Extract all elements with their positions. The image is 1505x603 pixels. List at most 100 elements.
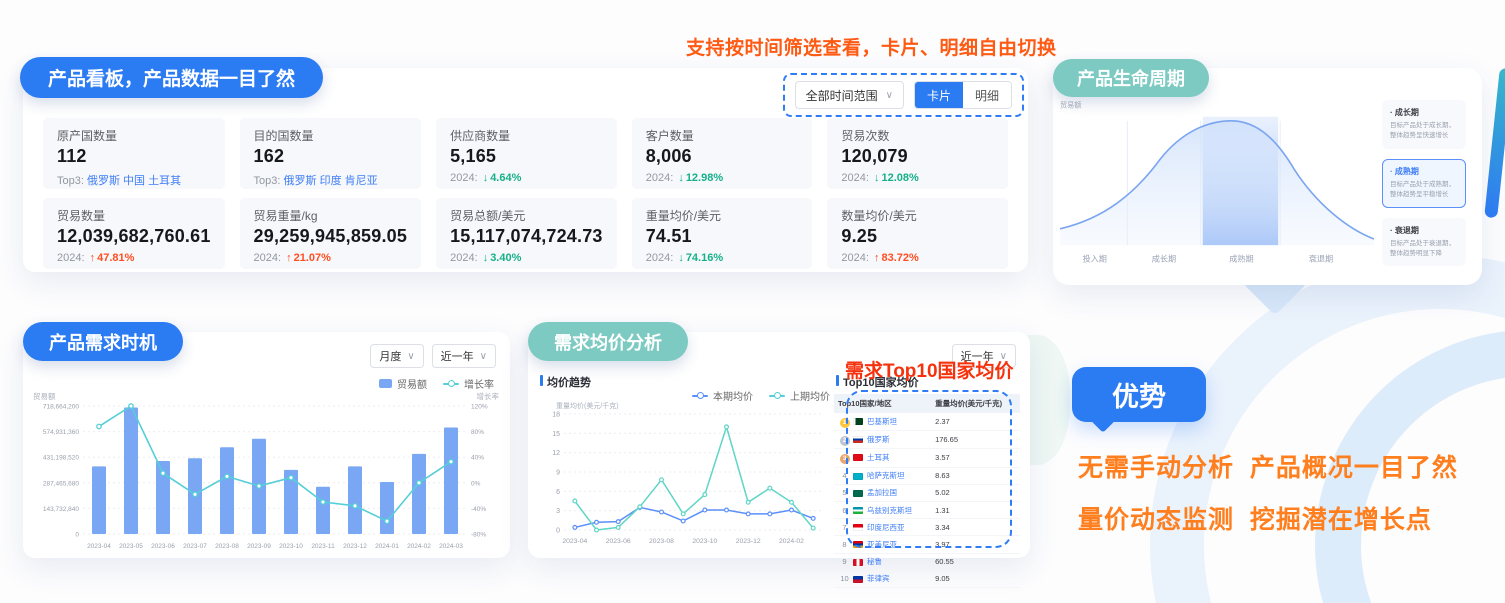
svg-text:12: 12 xyxy=(552,450,560,457)
demand-selects: 月度 ∨ 近一年 ∨ xyxy=(370,344,496,368)
legend-previous-period: 上期均价 xyxy=(769,388,830,403)
svg-text:贸易额: 贸易额 xyxy=(33,391,56,401)
lifecycle-stage-card[interactable]: · 衰退期目标产品处于衰退期，整体趋势明显下降 xyxy=(1382,218,1466,267)
column-header-country: Top10国家/地区 xyxy=(834,394,931,413)
country-link[interactable]: 秘鲁 xyxy=(867,557,882,566)
country-link[interactable]: 巴基斯坦 xyxy=(867,417,897,426)
toggle-detail-view[interactable]: 明细 xyxy=(963,82,1011,108)
svg-text:2023-12: 2023-12 xyxy=(736,538,761,545)
svg-text:成长期: 成长期 xyxy=(1152,253,1176,263)
lifecycle-stage-card[interactable]: · 成长期目标产品处于成长期，整体趋势呈快速增长 xyxy=(1382,100,1466,149)
dashboard-card: 全部时间范围 ∨ 卡片 明细 原产国数量112Top3: 俄罗斯 中国 土耳其目… xyxy=(23,68,1028,272)
frequency-select[interactable]: 月度 ∨ xyxy=(370,344,423,368)
stat-card: 原产国数量112Top3: 俄罗斯 中国 土耳其 xyxy=(43,118,225,189)
demand-legend: 贸易额 增长率 xyxy=(379,376,494,391)
demand-timing-card: 月度 ∨ 近一年 ∨ 贸易额 增长率 贸易额增长率0143,732,840287… xyxy=(23,332,510,558)
chevron-down-icon: ∨ xyxy=(886,90,893,101)
country-link[interactable]: 俄罗斯 xyxy=(284,175,317,187)
arrow-down-icon: ↓ xyxy=(678,252,684,264)
country-link[interactable]: 俄罗斯 xyxy=(87,175,120,187)
stat-label: 贸易重量/kg xyxy=(254,207,408,224)
flag-icon xyxy=(853,559,863,566)
svg-text:2023-06: 2023-06 xyxy=(151,543,175,550)
stat-card: 供应商数量5,1652024: ↓4.64% xyxy=(436,118,617,189)
demand-timing-title-pill: 产品需求时机 xyxy=(23,322,183,361)
rank-number: 9 xyxy=(842,557,846,566)
svg-text:0%: 0% xyxy=(471,480,481,487)
price-value: 3.34 xyxy=(931,519,1020,536)
country-link[interactable]: 中国 xyxy=(123,175,145,187)
country-link[interactable]: 哈萨克斯坦 xyxy=(867,471,905,480)
stat-card: 贸易次数120,0792024: ↓12.08% xyxy=(827,118,1008,189)
stat-label: 供应商数量 xyxy=(450,127,603,144)
table-row[interactable]: 6乌兹别克斯坦1.31 xyxy=(834,501,1020,518)
price-analysis-title-pill: 需求均价分析 xyxy=(528,322,688,361)
table-row[interactable]: 7印度尼西亚3.34 xyxy=(834,519,1020,536)
arrow-down-icon: ↓ xyxy=(874,172,880,184)
svg-text:2024-02: 2024-02 xyxy=(779,538,804,545)
table-row[interactable]: 5孟加拉国5.02 xyxy=(834,484,1020,501)
legend-current-period: 本期均价 xyxy=(692,388,753,403)
chevron-down-icon: ∨ xyxy=(480,351,487,362)
lifecycle-stage-card[interactable]: · 成熟期目标产品处于成熟期，整体趋势呈平稳增长 xyxy=(1382,159,1466,208)
country-link[interactable]: 肯尼亚 xyxy=(345,175,378,187)
stat-delta: 2024: ↑47.81% xyxy=(57,252,211,264)
stage-desc: 目标产品处于成长期，整体趋势呈快速增长 xyxy=(1390,121,1458,142)
stat-delta: 2024: ↑83.72% xyxy=(841,252,994,264)
time-range-select[interactable]: 全部时间范围 ∨ xyxy=(795,81,904,109)
table-annotation: 需求Top10国家均价 xyxy=(845,356,1014,383)
table-row[interactable]: 3土耳其3.57 xyxy=(834,449,1020,467)
flag-icon xyxy=(853,541,863,548)
table-row[interactable]: 2 俄罗斯 176.65 xyxy=(834,431,1020,449)
trend-section-title: 均价趋势 xyxy=(540,374,591,390)
stat-label: 原产国数量 xyxy=(57,127,211,144)
svg-text:2023-11: 2023-11 xyxy=(311,543,335,550)
svg-text:9: 9 xyxy=(556,470,560,477)
table-row[interactable]: 8亚美尼亚3.97 xyxy=(834,536,1020,553)
stage-title: · 衰退期 xyxy=(1390,225,1458,236)
country-link[interactable]: 印度 xyxy=(320,175,342,187)
flag-icon xyxy=(853,507,863,514)
svg-text:-40%: -40% xyxy=(471,506,486,513)
price-value: 60.55 xyxy=(931,553,1020,570)
frequency-value: 月度 xyxy=(379,348,401,364)
legend-trade-amount: 贸易额 xyxy=(379,376,427,391)
range-value: 近一年 xyxy=(441,348,474,364)
stat-delta: 2024: ↓74.16% xyxy=(646,252,799,264)
lifecycle-stage-labels: 投入期成长期成熟期衰退期 xyxy=(1082,253,1333,263)
stats-grid: 原产国数量112Top3: 俄罗斯 中国 土耳其目的国数量162Top3: 俄罗… xyxy=(43,118,1008,269)
table-row[interactable]: 4哈萨克斯坦8.63 xyxy=(834,467,1020,484)
stat-delta: 2024: ↓4.64% xyxy=(450,172,603,184)
line-legend-swatch xyxy=(443,383,459,385)
view-toggle: 卡片 明细 xyxy=(914,81,1012,109)
country-link[interactable]: 印度尼西亚 xyxy=(867,523,905,532)
country-link[interactable]: 土耳其 xyxy=(148,175,181,187)
country-link[interactable]: 亚美尼亚 xyxy=(867,540,897,549)
top10-table-wrap: Top10国家/地区 重量均价(美元/千克) 1巴基斯坦2.372俄罗斯176.… xyxy=(834,394,1020,588)
toggle-card-view[interactable]: 卡片 xyxy=(915,82,963,108)
svg-text:6: 6 xyxy=(556,489,560,496)
country-link[interactable]: 乌兹别克斯坦 xyxy=(867,506,912,515)
svg-text:-80%: -80% xyxy=(471,532,486,539)
country-link[interactable]: 菲律宾 xyxy=(867,574,890,583)
svg-text:18: 18 xyxy=(552,412,560,419)
dashboard-title-pill: 产品看板，产品数据一目了然 xyxy=(20,57,323,98)
country-link[interactable]: 俄罗斯 xyxy=(867,435,890,444)
country-link[interactable]: 孟加拉国 xyxy=(867,488,897,497)
medal-icon: 2 xyxy=(840,436,850,446)
stat-card: 目的国数量162Top3: 俄罗斯 印度 肯尼亚 xyxy=(240,118,422,189)
lifecycle-stage-cards: · 成长期目标产品处于成长期，整体趋势呈快速增长 · 成熟期目标产品处于成熟期，整… xyxy=(1382,100,1466,266)
country-link[interactable]: 土耳其 xyxy=(867,453,890,462)
range-select[interactable]: 近一年 ∨ xyxy=(432,344,496,368)
table-row[interactable]: 1巴基斯坦2.37 xyxy=(834,413,1020,431)
top10-country-table: Top10国家/地区 重量均价(美元/千克) 1巴基斯坦2.372俄罗斯176.… xyxy=(834,394,1020,588)
table-row[interactable]: 10菲律宾9.05 xyxy=(834,570,1020,587)
svg-text:143,732,840: 143,732,840 xyxy=(43,506,80,513)
svg-text:2023-10: 2023-10 xyxy=(692,538,717,545)
price-value: 176.65 xyxy=(931,431,1020,449)
svg-text:2023-05: 2023-05 xyxy=(119,543,143,550)
stage-desc: 目标产品处于衰退期，整体趋势明显下降 xyxy=(1390,239,1458,260)
arrow-down-icon: ↓ xyxy=(483,172,489,184)
table-row[interactable]: 9 秘鲁 60.55 xyxy=(834,553,1020,570)
bar-legend-swatch xyxy=(379,379,392,388)
